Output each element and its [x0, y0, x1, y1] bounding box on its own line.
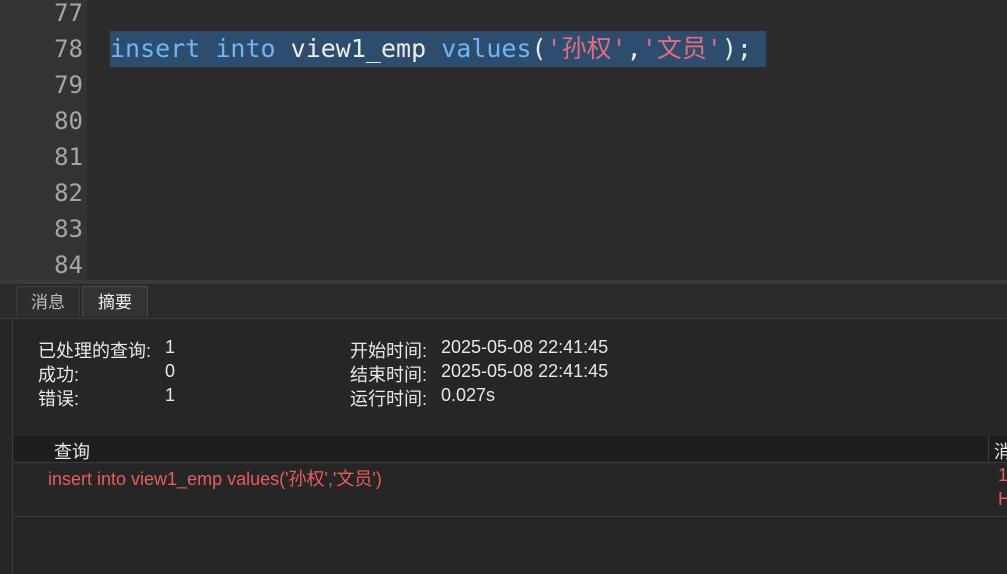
editor-line: 77 [0, 0, 1007, 31]
paren-close: ); [721, 34, 752, 63]
result-grid-header: 查询 [14, 436, 1007, 463]
error-value: 1 [165, 385, 176, 405]
start-time-label: 开始时间: [350, 341, 428, 361]
run-time-value: 0.027s [441, 385, 496, 405]
end-time-label: 结束时间: [350, 365, 428, 385]
editor-line: 81 [0, 139, 1007, 175]
paren-open: ( [531, 34, 547, 63]
success-value: 0 [165, 361, 176, 381]
editor-line-selected[interactable]: 78 insert into view1_emp values('孙权','文员… [0, 31, 1007, 67]
comma: , [626, 34, 642, 63]
row-query-cell: insert into view1_emp values('孙权','文员') [48, 469, 382, 489]
line-number: 79 [54, 71, 83, 99]
column-header-message[interactable]: 消 [994, 438, 1007, 464]
panel-border [12, 284, 13, 574]
selected-sql-statement[interactable]: insert into view1_emp values('孙权','文员'); [110, 31, 766, 67]
string-literal: '孙权' [546, 34, 627, 63]
error-label: 错误: [38, 389, 80, 409]
line-number: 78 [54, 35, 83, 63]
line-number: 77 [54, 0, 83, 27]
row-message-cell: H [998, 489, 1007, 509]
line-number: 84 [54, 251, 83, 279]
keyword-insert: insert [110, 34, 201, 63]
table-name: view1_emp [290, 34, 427, 63]
editor-line: 80 [0, 103, 1007, 139]
line-number: 83 [54, 215, 83, 243]
tab-messages[interactable]: 消息 [16, 286, 80, 317]
sql-editor[interactable]: 77 78 insert into view1_emp values('孙权',… [0, 0, 1007, 280]
run-time-label: 运行时间: [350, 389, 428, 409]
result-panel: 消息 摘要 已处理的查询: 1 成功: 0 错误: 1 开始时间: 2025-0… [0, 284, 1007, 574]
line-number: 82 [54, 179, 83, 207]
start-time-value: 2025-05-08 22:41:45 [441, 337, 609, 357]
success-label: 成功: [38, 365, 80, 385]
editor-line: 83 [0, 211, 1007, 247]
table-row[interactable]: insert into view1_emp values('孙权','文员') [14, 463, 1007, 517]
editor-line: 82 [0, 175, 1007, 211]
line-number: 80 [54, 107, 83, 135]
editor-line: 84 [0, 247, 1007, 280]
keyword-values: values [441, 34, 532, 63]
row-message-cell: 1 [998, 465, 1007, 485]
tab-summary[interactable]: 摘要 [82, 286, 148, 317]
string-literal: '文员' [641, 34, 722, 63]
line-number: 81 [54, 143, 83, 171]
editor-line: 79 [0, 67, 1007, 103]
keyword-into: into [215, 34, 276, 63]
result-tabbar: 消息 摘要 [0, 284, 1007, 319]
processed-queries-value: 1 [165, 337, 176, 357]
end-time-value: 2025-05-08 22:41:45 [441, 361, 609, 381]
column-header-query[interactable]: 查询 [54, 438, 90, 464]
processed-queries-label: 已处理的查询: [38, 341, 152, 361]
